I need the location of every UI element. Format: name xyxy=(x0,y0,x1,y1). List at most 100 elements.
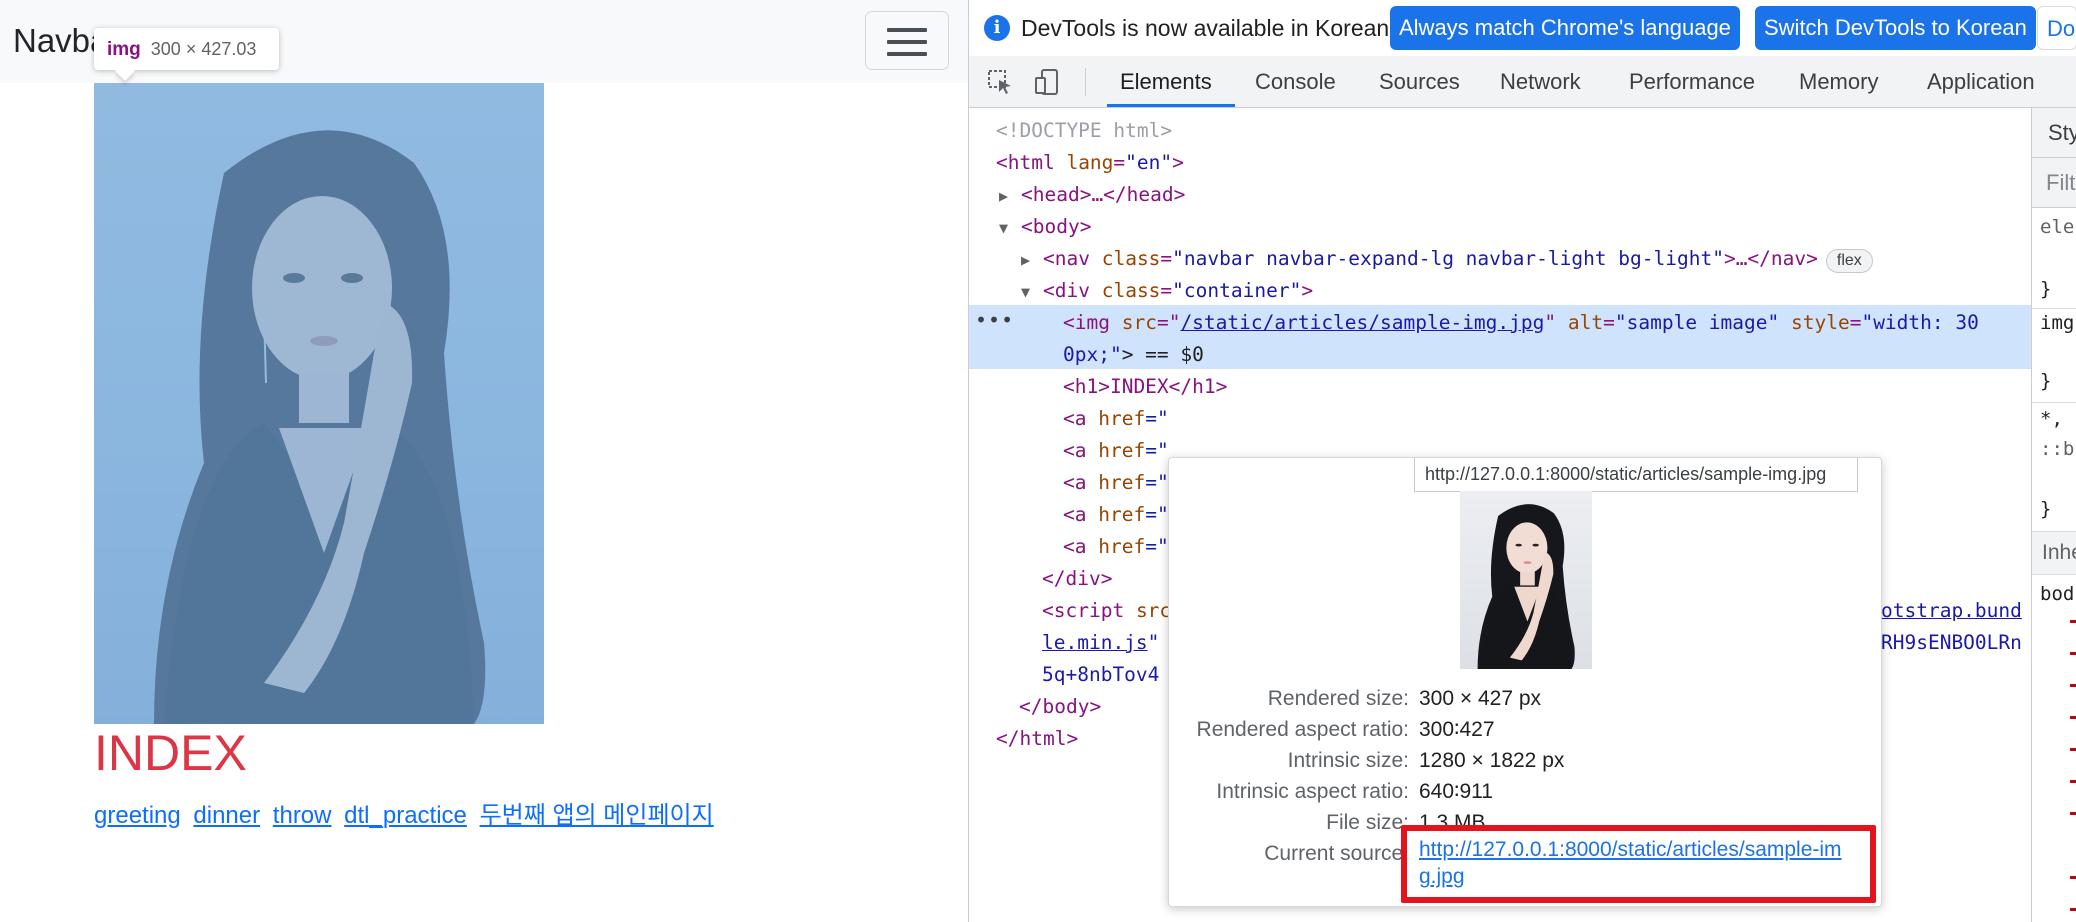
always-match-language-button[interactable]: Always match Chrome's language xyxy=(1390,6,1740,50)
attr-name: src xyxy=(1135,599,1172,622)
dom-line-a[interactable]: <a href=" xyxy=(1063,499,1169,531)
dom-line-script-src-tail[interactable]: otstrap.bund xyxy=(1881,595,2022,627)
link-greeting[interactable]: greeting xyxy=(94,802,181,829)
collapse-triangle-icon[interactable]: ▼ xyxy=(999,212,1021,244)
attr-value: "sample image" xyxy=(1614,311,1780,334)
style-divider xyxy=(2032,402,2076,403)
attr-value: =" xyxy=(1145,535,1169,558)
inspect-element-icon[interactable] xyxy=(986,68,1014,96)
dom-line-a[interactable]: <a href=" xyxy=(1063,531,1169,563)
script-src-link[interactable]: otstrap.bund xyxy=(1881,599,2022,622)
attr-value: "width: 30 xyxy=(1861,311,1979,334)
style-rule-close: } xyxy=(2040,498,2052,520)
attr-value: "en" xyxy=(1125,151,1173,174)
dom-line-div-close[interactable]: </div> xyxy=(1042,563,1112,595)
sample-image[interactable] xyxy=(94,83,544,724)
attr-name: src xyxy=(1121,311,1157,334)
styles-filter-input[interactable]: Filter xyxy=(2032,158,2076,208)
inherited-header: Inhe xyxy=(2032,531,2076,575)
dom-line-head[interactable]: ▶ <head>…</head> xyxy=(999,179,1185,211)
info-icon: i xyxy=(984,15,1010,41)
dom-line-body[interactable]: ▼ <body> xyxy=(999,211,1091,243)
dom-line-script-integrity[interactable]: RH9sENBO0LRn xyxy=(1881,627,2022,659)
row-actions-icon[interactable]: ••• xyxy=(975,308,1014,332)
div-close-tag: </div> xyxy=(1042,567,1113,590)
style-rule-close: } xyxy=(2040,278,2052,300)
current-source-label: Current source: xyxy=(1264,842,1409,865)
style-property-marker xyxy=(2070,908,2076,911)
rendered-aspect-label: Rendered aspect ratio: xyxy=(1196,718,1409,741)
dom-line-a[interactable]: <a href=" xyxy=(1063,435,1169,467)
styles-pane: Styles Filter ele } img } *, ::b } Inhe … xyxy=(2031,108,2076,922)
intrinsic-aspect-row: Intrinsic aspect ratio: 640∶911 xyxy=(1169,776,1883,807)
attr-value: "container" xyxy=(1172,279,1302,302)
dont-show-again-button[interactable]: Don't show again xyxy=(2037,6,2076,50)
style-property-marker xyxy=(2070,748,2076,751)
selected-marker: > == $0 xyxy=(1121,343,1204,366)
expand-triangle-icon[interactable]: ▶ xyxy=(1021,244,1043,276)
dom-line-img-cont[interactable]: 0px;"> == $0 xyxy=(1063,339,1204,371)
style-property-marker xyxy=(2070,812,2076,815)
attr-value: =" xyxy=(1145,407,1169,430)
link-throw[interactable]: throw xyxy=(273,802,332,829)
dom-line-script-hash[interactable]: 5q+8nbTov4 xyxy=(1042,659,1159,691)
head-tag: <head>…</head> xyxy=(1021,183,1186,206)
dom-line-a[interactable]: <a href=" xyxy=(1063,467,1169,499)
style-property-marker xyxy=(2070,684,2076,687)
collapse-triangle-icon[interactable]: ▼ xyxy=(1021,276,1043,308)
attr-value: 5q+8nbTov4 xyxy=(1042,663,1160,686)
tab-sources[interactable]: Sources xyxy=(1379,56,1460,108)
style-rule-selector: *, xyxy=(2040,408,2063,430)
tab-performance[interactable]: Performance xyxy=(1629,56,1755,108)
dom-line-html-close[interactable]: </html> xyxy=(996,723,1078,755)
style-divider xyxy=(2032,308,2076,309)
expand-triangle-icon[interactable]: ▶ xyxy=(999,180,1021,212)
tab-styles[interactable]: Styles xyxy=(2032,108,2076,158)
tab-network[interactable]: Network xyxy=(1500,56,1581,108)
link-dinner[interactable]: dinner xyxy=(193,802,260,829)
navbar-toggler-button[interactable] xyxy=(865,11,949,70)
dom-line-img[interactable]: <img src="/static/articles/sample-img.jp… xyxy=(1063,307,1979,339)
attr-name: lang xyxy=(1066,151,1114,174)
switch-to-korean-button[interactable]: Switch DevTools to Korean xyxy=(1755,6,2036,50)
rendered-size-label: Rendered size: xyxy=(1267,687,1409,710)
toolbar-divider xyxy=(1085,68,1086,96)
flex-badge[interactable]: flex xyxy=(1825,249,1873,273)
attr-value: =" xyxy=(1145,471,1169,494)
tab-console[interactable]: Console xyxy=(1255,56,1336,108)
img-src-link[interactable]: /static/articles/sample-img.jpg xyxy=(1180,311,1544,334)
dom-line-h1[interactable]: <h1>INDEX</h1> xyxy=(1063,371,1227,403)
portrait-thumbnail xyxy=(1477,504,1575,669)
rendered-size-value: 300 × 427 px xyxy=(1419,687,1542,710)
dom-line-doctype[interactable]: <!DOCTYPE html> xyxy=(996,115,1172,147)
link-second-app-main[interactable]: 두번째 앱의 메인페이지 xyxy=(480,802,714,829)
intrinsic-size-value: 1280 × 1822 px xyxy=(1419,749,1565,772)
tab-application[interactable]: Application xyxy=(1927,56,2035,108)
devtools-tabbar: Elements Console Sources Network Perform… xyxy=(969,56,2076,108)
tooltip-size: 300 × 427.03 xyxy=(150,39,257,59)
active-tab-indicator xyxy=(1107,104,1235,107)
script-src-link[interactable]: le.min.js xyxy=(1042,631,1148,654)
style-property-marker xyxy=(2070,780,2076,783)
attr-name: class xyxy=(1101,279,1161,302)
dom-line-html[interactable]: <html lang="en"> xyxy=(996,147,1184,179)
link-dtl-practice[interactable]: dtl_practice xyxy=(344,802,467,829)
dom-line-nav[interactable]: ▶ <nav class="navbar navbar-expand-lg nav… xyxy=(1021,243,1873,275)
rendered-aspect-value: 300∶427 xyxy=(1419,718,1495,741)
image-preview-thumbnail xyxy=(1460,491,1592,669)
dom-line-script-cont[interactable]: le.min.js" xyxy=(1042,627,1159,659)
attr-value: RH9sENBO0LRn xyxy=(1881,631,2022,654)
page-viewport: Navbar img 300 × 427.03 INDEX greeting d… xyxy=(0,0,968,922)
tab-memory[interactable]: Memory xyxy=(1799,56,1878,108)
style-rule-selector: img xyxy=(2040,312,2075,334)
current-source-link[interactable]: http://127.0.0.1:8000/static/articles/sa… xyxy=(1419,836,1859,890)
intrinsic-aspect-label: Intrinsic aspect ratio: xyxy=(1216,780,1409,803)
device-toolbar-icon[interactable] xyxy=(1033,68,1061,96)
dom-line-div-container[interactable]: ▼ <div class="container"> xyxy=(1021,275,1313,307)
dom-line-a[interactable]: <a href=" xyxy=(1063,403,1169,435)
style-rule-close: } xyxy=(2040,370,2052,392)
a-tag: <a xyxy=(1063,503,1087,526)
tab-elements[interactable]: Elements xyxy=(1120,56,1212,108)
dom-line-body-close[interactable]: </body> xyxy=(1019,691,1101,723)
dom-line-script[interactable]: <script src xyxy=(1042,595,1171,627)
